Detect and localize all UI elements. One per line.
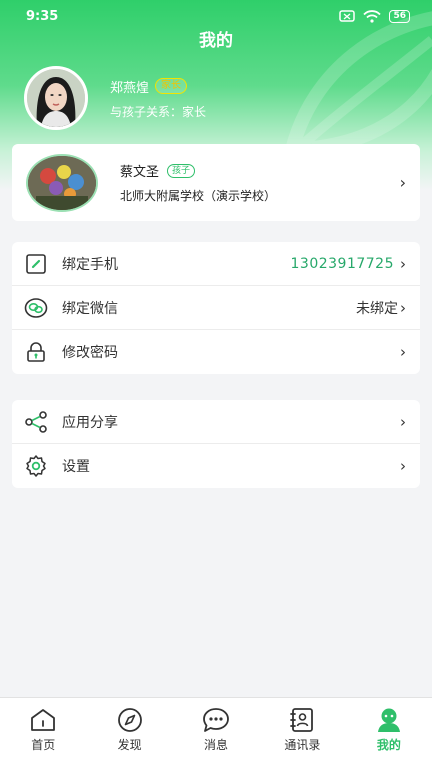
message-icon — [203, 708, 229, 732]
child-avatar — [26, 153, 98, 212]
wechat-status-value: 未绑定 — [356, 300, 398, 317]
status-time: 9:35 — [26, 8, 59, 24]
tab-home[interactable]: 首页 — [0, 698, 86, 768]
tab-profile[interactable]: 我的 — [346, 698, 432, 768]
other-settings-card: 应用分享 › 设置 › — [12, 400, 420, 488]
contacts-icon — [290, 708, 314, 732]
user-profile[interactable]: 郑燕煌 家长 与孩子关系：家长 — [24, 66, 206, 130]
change-password-label: 修改密码 — [62, 345, 118, 361]
chevron-right-icon: › — [400, 343, 406, 361]
chevron-right-icon: › — [400, 457, 406, 475]
school-name: 北师大附属学校（演示学校） — [120, 189, 277, 203]
chevron-right-icon: › — [400, 298, 406, 317]
phone-number-value: 13023917725 — [290, 255, 394, 272]
page-title: 我的 — [199, 31, 233, 51]
chevron-right-icon: › — [400, 412, 406, 431]
change-password-row[interactable]: 修改密码 › — [12, 330, 420, 374]
child-badge: 孩子 — [167, 163, 196, 178]
gear-icon — [24, 454, 48, 478]
notification-muted-icon — [339, 10, 356, 22]
chevron-right-icon: › — [399, 173, 406, 192]
profile-icon — [377, 708, 400, 732]
compass-icon — [117, 708, 142, 732]
battery-icon: 56 — [389, 9, 410, 23]
phone-icon — [24, 252, 48, 276]
app-share-label: 应用分享 — [62, 414, 118, 431]
bottom-tab-bar: 首页 发现 消息 通讯录 我的 — [0, 697, 432, 768]
home-icon — [31, 709, 56, 731]
settings-row[interactable]: 设置 › — [12, 444, 420, 488]
tab-messages[interactable]: 消息 — [173, 698, 259, 768]
tab-messages-label: 消息 — [204, 738, 229, 752]
user-avatar[interactable] — [24, 66, 88, 130]
tab-contacts-label: 通讯录 — [284, 738, 321, 752]
tab-discover-label: 发现 — [117, 738, 142, 752]
chevron-right-icon: › — [400, 254, 406, 273]
child-name: 蔡文圣 — [120, 165, 160, 180]
tab-profile-label: 我的 — [376, 738, 401, 752]
relation-text: 与孩子关系：家长 — [110, 104, 207, 119]
tab-contacts[interactable]: 通讯录 — [259, 698, 345, 768]
lock-icon — [24, 340, 48, 364]
child-card[interactable]: 蔡文圣 孩子 北师大附属学校（演示学校） › — [12, 144, 420, 221]
tab-discover[interactable]: 发现 — [86, 698, 172, 768]
bind-phone-label: 绑定手机 — [62, 256, 118, 273]
share-icon — [24, 410, 48, 434]
bind-wechat-label: 绑定微信 — [62, 300, 118, 317]
bind-phone-row[interactable]: 绑定手机 13023917725 › — [12, 242, 420, 286]
account-settings-card: 绑定手机 13023917725 › 绑定微信 未绑定 › 修改密码 › — [12, 242, 420, 374]
wifi-icon — [363, 9, 382, 23]
settings-label: 设置 — [62, 459, 90, 475]
user-name: 郑燕煌 — [110, 80, 150, 96]
app-share-row[interactable]: 应用分享 › — [12, 400, 420, 444]
bind-wechat-row[interactable]: 绑定微信 未绑定 › — [12, 286, 420, 330]
tab-home-label: 首页 — [31, 738, 56, 752]
wechat-icon — [24, 296, 48, 320]
role-badge: 家长 — [155, 78, 188, 94]
